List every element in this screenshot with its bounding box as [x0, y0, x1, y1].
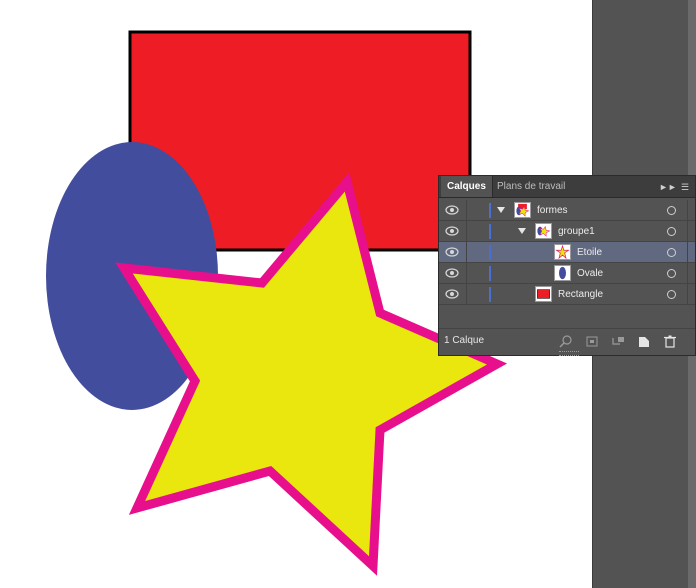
- layer-label[interactable]: Etoile: [577, 242, 602, 263]
- layer-label[interactable]: Rectangle: [558, 284, 603, 305]
- oval-thumbnail: [554, 265, 571, 281]
- panel-footer: 1 Calque: [439, 328, 695, 356]
- layer-row-etoile[interactable]: Etoile: [439, 242, 695, 263]
- target-circle-icon[interactable]: [667, 227, 676, 236]
- collapse-panel-icon[interactable]: ►►: [659, 180, 677, 194]
- layer-color-bar: [489, 266, 491, 281]
- layer-label[interactable]: Ovale: [577, 263, 603, 284]
- visibility-eye-icon[interactable]: [445, 268, 459, 278]
- selection-column[interactable]: [687, 242, 688, 263]
- layer-row-rectangle[interactable]: Rectangle: [439, 284, 695, 305]
- layer-color-bar: [489, 224, 491, 239]
- rectangle-thumbnail: [535, 286, 552, 302]
- tab-plans-de-travail[interactable]: Plans de travail: [491, 176, 571, 197]
- lock-column[interactable]: [466, 221, 467, 242]
- layer-label[interactable]: formes: [537, 200, 568, 221]
- layers-panel: Calques Plans de travail ►► ☰ formes gro…: [438, 175, 696, 356]
- target-circle-icon[interactable]: [667, 290, 676, 299]
- visibility-eye-icon[interactable]: [445, 226, 459, 236]
- layer-row-ovale[interactable]: Ovale: [439, 263, 695, 284]
- tab-calques[interactable]: Calques: [441, 176, 493, 197]
- selection-column[interactable]: [687, 200, 688, 221]
- selection-column[interactable]: [687, 284, 688, 305]
- target-circle-icon[interactable]: [667, 269, 676, 278]
- clipping-mask-icon[interactable]: [585, 335, 599, 348]
- selection-column[interactable]: [687, 221, 688, 242]
- locate-object-icon[interactable]: [559, 335, 573, 348]
- visibility-eye-icon[interactable]: [445, 247, 459, 257]
- visibility-eye-icon[interactable]: [445, 289, 459, 299]
- lock-column[interactable]: [466, 242, 467, 263]
- target-circle-icon[interactable]: [667, 206, 676, 215]
- group-thumbnail: [535, 223, 552, 239]
- layer-row-formes[interactable]: formes: [439, 200, 695, 221]
- lock-column[interactable]: [466, 263, 467, 284]
- new-layer-icon[interactable]: [637, 335, 651, 348]
- expand-triangle-icon[interactable]: [497, 207, 505, 213]
- star-thumbnail: [554, 244, 571, 260]
- new-sublayer-icon[interactable]: [611, 335, 625, 348]
- trash-icon[interactable]: [663, 335, 677, 348]
- layer-color-bar: [489, 203, 491, 218]
- target-circle-icon[interactable]: [667, 248, 676, 257]
- layer-color-bar: [489, 287, 491, 302]
- layer-count-label: 1 Calque: [444, 335, 485, 346]
- selection-column[interactable]: [687, 263, 688, 284]
- layer-label[interactable]: groupe1: [558, 221, 595, 242]
- expand-triangle-icon[interactable]: [518, 228, 526, 234]
- layer-row-groupe1[interactable]: groupe1: [439, 221, 695, 242]
- visibility-eye-icon[interactable]: [445, 205, 459, 215]
- resize-grip[interactable]: [559, 351, 579, 356]
- panel-menu-icon[interactable]: ☰: [677, 180, 693, 194]
- lock-column[interactable]: [466, 284, 467, 305]
- panel-tab-bar: Calques Plans de travail ►► ☰: [439, 176, 695, 198]
- layer-color-bar: [489, 245, 491, 260]
- lock-column[interactable]: [466, 200, 467, 221]
- layer-thumbnail: [514, 202, 531, 218]
